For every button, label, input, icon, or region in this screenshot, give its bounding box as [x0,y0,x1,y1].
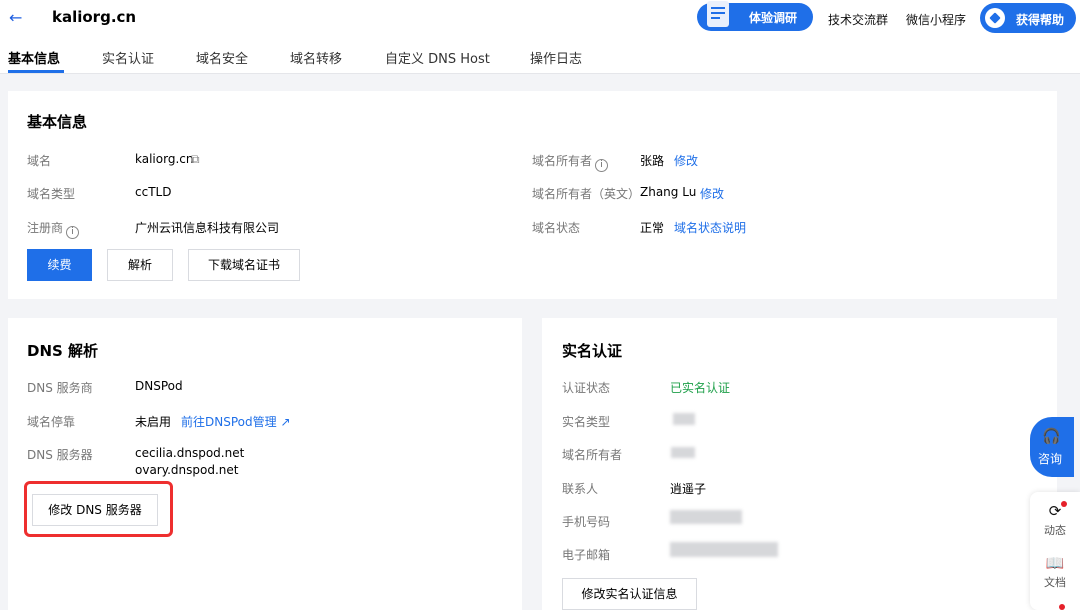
notification-dot [1061,501,1067,507]
copy-icon[interactable]: ⧉ [191,152,200,167]
basic-info-title: 基本信息 [27,113,88,131]
notification-dot [1059,604,1065,610]
document-icon [707,1,729,27]
wechat-miniprogram-link[interactable]: 微信小程序 [906,11,966,28]
consult-label: 咨询 [1038,452,1063,466]
realname-card: 实名认证 认证状态 已实名认证 实名类型 域名所有者 联系人 逍遥子 手机号码 … [542,318,1057,610]
side-item-docs[interactable]: 📖 文档 [1030,554,1080,590]
side-item-docs-label: 文档 [1044,576,1066,589]
dns-servers-label: DNS 服务器 [27,448,93,462]
dns-provider-label: DNS 服务商 [27,381,93,395]
info-icon[interactable]: i [66,226,80,239]
registrar-label: 注册商 i [27,219,80,239]
external-link-icon: ↗ [280,415,291,429]
modify-realname-button[interactable]: 修改实名认证信息 [562,578,697,610]
phone-label: 手机号码 [562,515,611,529]
tab-domain-transfer[interactable]: 域名转移 [290,48,342,67]
redacted-phone [670,510,742,524]
redacted-email [670,542,778,557]
tech-group-link[interactable]: 技术交流群 [828,11,888,28]
active-tab-indicator [8,70,64,73]
redacted-type [673,413,695,425]
realname-status-label: 认证状态 [562,381,611,395]
contact-label: 联系人 [562,482,599,496]
survey-label: 体验调研 [749,11,798,25]
dnspod-manage-link[interactable]: 前往DNSPod管理 ↗ [181,413,291,430]
parking-value: 未启用 [135,415,172,429]
owner-en-value: Zhang Lu [640,185,697,199]
tab-realname[interactable]: 实名认证 [102,48,154,67]
tab-custom-dns-host[interactable]: 自定义 DNS Host [385,48,490,67]
contact-value: 逍遥子 [670,482,707,496]
owner-edit-link[interactable]: 修改 [674,152,698,169]
owner-value: 张路 [640,154,665,168]
renew-button[interactable]: 续费 [27,249,92,281]
highlight-annotation [24,481,173,537]
realname-owner-label: 域名所有者 [562,448,623,462]
parking-label: 域名停靠 [27,415,76,429]
domain-type-value: ccTLD [135,185,172,199]
redacted-owner [671,447,695,458]
compass-icon [985,8,1005,28]
realname-title: 实名认证 [562,342,623,360]
registrar-value: 广州云讯信息科技有限公司 [135,221,280,235]
consult-button[interactable]: 🎧 咨询 [1030,417,1074,477]
book-icon: 📖 [1045,554,1065,572]
domain-type-label: 域名类型 [27,187,76,201]
domain-label: 域名 [27,154,52,168]
dns-card: DNS 解析 DNS 服务商 DNSPod 域名停靠 未启用 前往DNSPod管… [8,318,522,610]
domain-value: kaliorg.cn [135,152,194,166]
tab-bar: 基本信息 实名认证 域名安全 域名转移 自定义 DNS Host 操作日志 [0,36,1080,74]
status-label: 域名状态 [532,221,581,235]
side-panel: ⟳ 动态 📖 文档 [1030,492,1080,610]
status-value: 正常 [640,221,665,235]
get-help-label: 获得帮助 [1016,13,1065,27]
tab-domain-security[interactable]: 域名安全 [196,48,248,67]
side-item-dynamic[interactable]: ⟳ 动态 [1030,502,1080,538]
survey-button[interactable]: 体验调研 [697,1,813,31]
dns-server-2: ovary.dnspod.net [135,463,239,477]
realname-status-value: 已实名认证 [670,381,731,395]
status-help-link[interactable]: 域名状态说明 [674,219,746,236]
headset-icon: 🎧 [1042,427,1061,445]
owner-label: 域名所有者 i [532,152,609,172]
owner-en-label: 域名所有者（英文） [532,187,641,201]
dns-provider-value: DNSPod [135,379,183,393]
realname-type-label: 实名类型 [562,415,611,429]
top-header: ← kaliorg.cn 体验调研 技术交流群 微信小程序 获得帮助 [0,0,1080,36]
get-help-button[interactable]: 获得帮助 [980,3,1076,33]
email-label: 电子邮箱 [562,548,611,562]
dns-title: DNS 解析 [27,342,99,360]
cloud-refresh-icon: ⟳ [1048,502,1062,520]
basic-info-card: 基本信息 域名 kaliorg.cn ⧉ 域名类型 ccTLD 注册商 i 广州云… [8,91,1057,299]
tab-basic-info[interactable]: 基本信息 [8,48,60,67]
info-icon[interactable]: i [595,159,609,172]
owner-en-edit-link[interactable]: 修改 [700,185,724,202]
download-certificate-button[interactable]: 下载域名证书 [188,249,300,281]
dns-server-1: cecilia.dnspod.net [135,446,245,460]
back-arrow-icon[interactable]: ← [9,8,22,27]
page-title: kaliorg.cn [52,8,137,26]
tab-operation-log[interactable]: 操作日志 [530,48,582,67]
resolve-button[interactable]: 解析 [107,249,173,281]
side-item-dynamic-label: 动态 [1044,524,1066,537]
